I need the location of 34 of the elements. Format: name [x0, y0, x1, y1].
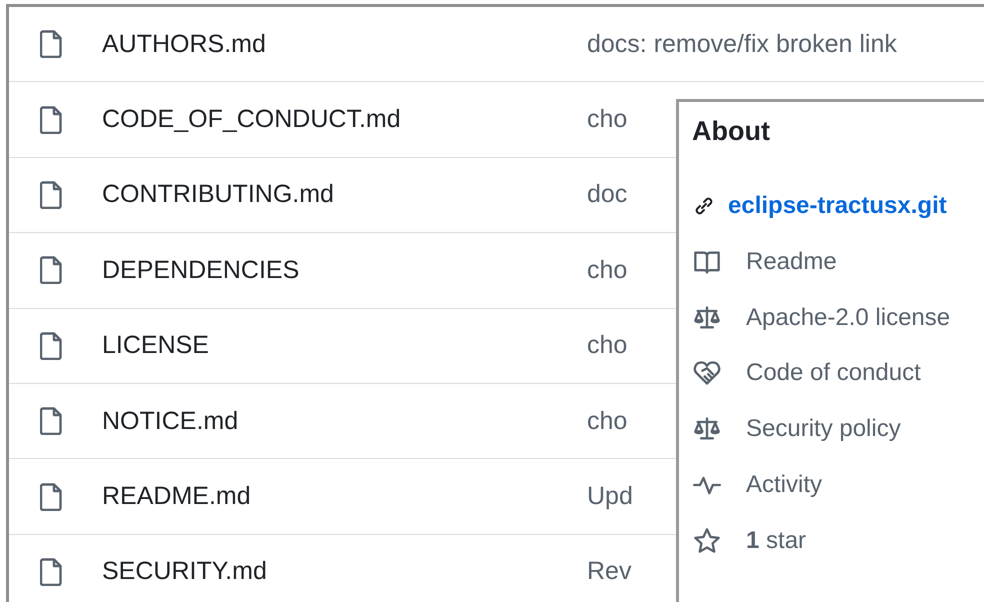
commit-message[interactable]: cho: [587, 331, 628, 360]
file-name[interactable]: CONTRIBUTING.md: [102, 180, 587, 210]
file-name[interactable]: DEPENDENCIES: [102, 256, 587, 285]
about-link[interactable]: Apache-2.0 license: [746, 304, 950, 332]
file-name[interactable]: CODE_OF_CONDUCT.md: [102, 105, 587, 134]
commit-message[interactable]: Upd: [587, 482, 633, 512]
file-icon: [40, 180, 62, 209]
about-link[interactable]: Security policy: [746, 415, 901, 444]
file-icon: [40, 407, 62, 436]
repository-link[interactable]: eclipse-tractusx.git: [728, 192, 947, 220]
file-icon: [40, 256, 62, 284]
about-link[interactable]: Activity: [746, 471, 822, 500]
file-icon: [40, 30, 62, 58]
file-name[interactable]: README.md: [102, 482, 587, 512]
commit-message[interactable]: Rev: [587, 557, 632, 586]
file-icon: [40, 558, 62, 586]
commit-message[interactable]: cho: [587, 406, 628, 436]
about-heading: About: [692, 115, 770, 148]
about-link[interactable]: Code of conduct: [746, 359, 921, 388]
file-name[interactable]: SECURITY.md: [102, 557, 587, 586]
commit-message[interactable]: cho: [587, 256, 628, 285]
file-icon: [40, 106, 62, 134]
heart-icon: [692, 359, 722, 388]
file-name[interactable]: NOTICE.md: [102, 406, 587, 436]
commit-message[interactable]: docs: remove/fix broken link: [587, 30, 897, 59]
file-name[interactable]: LICENSE: [102, 331, 587, 360]
commit-message[interactable]: doc: [587, 180, 628, 210]
about-link[interactable]: 1 star: [746, 526, 806, 555]
file-icon: [40, 332, 62, 360]
file-icon: [40, 482, 62, 511]
about-link[interactable]: Readme: [746, 248, 837, 276]
commit-message[interactable]: cho: [587, 105, 628, 134]
star-icon: [692, 526, 722, 555]
file-name[interactable]: AUTHORS.md: [102, 30, 587, 59]
